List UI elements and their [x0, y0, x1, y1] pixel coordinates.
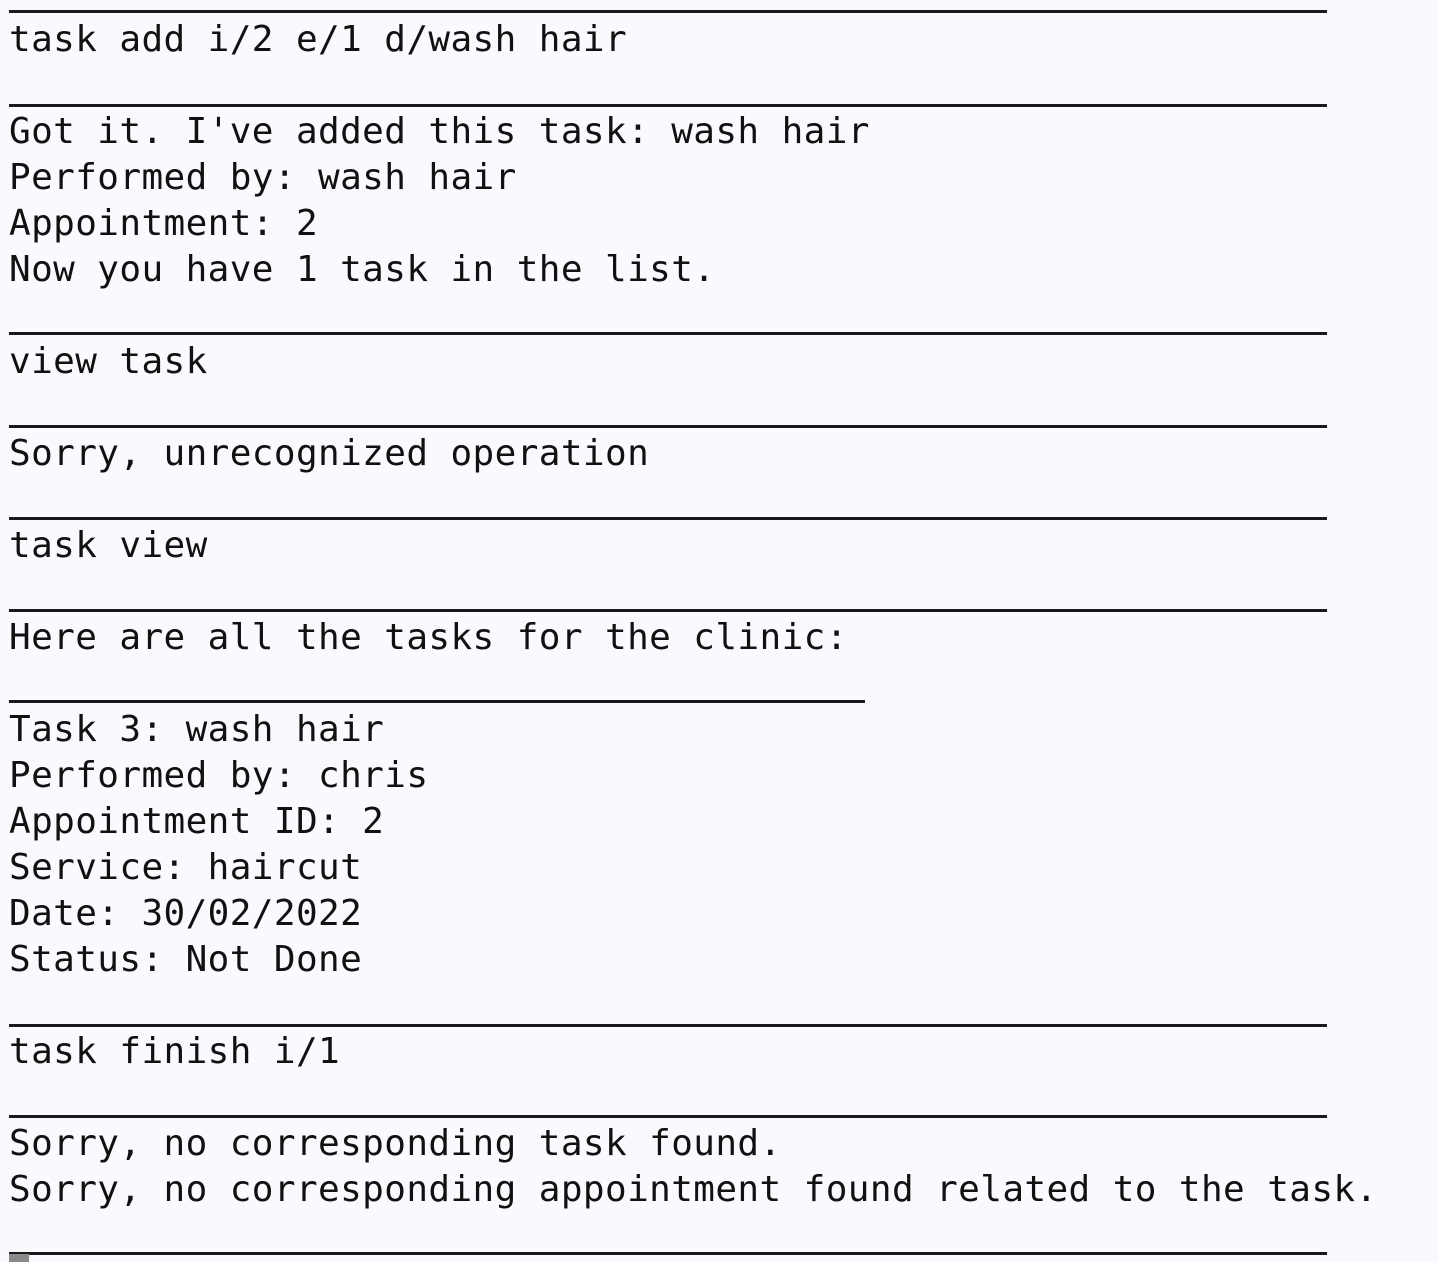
output-line: Service: haircut: [9, 847, 363, 888]
separator-line: [9, 425, 1327, 428]
separator-line: [9, 332, 1327, 335]
output-line: Appointment: 2: [9, 203, 319, 244]
command-line: task add i/2 e/1 d/wash hair: [9, 19, 628, 60]
separator-line: [9, 1252, 1327, 1255]
separator-line: [9, 517, 1327, 520]
output-line: Appointment ID: 2: [9, 801, 385, 842]
output-line: Sorry, no corresponding task found.: [9, 1123, 782, 1164]
separator-line: [9, 10, 1327, 13]
output-line: Here are all the tasks for the clinic:: [9, 617, 848, 658]
output-line: Now you have 1 task in the list.: [9, 249, 716, 290]
output-line: Sorry, no corresponding appointment foun…: [9, 1169, 1378, 1210]
separator-line: [9, 609, 1327, 612]
output-line: Sorry, unrecognized operation: [9, 433, 650, 474]
output-line: Performed by: chris: [9, 755, 429, 796]
command-line: view task: [9, 341, 208, 382]
output-line: Date: 30/02/2022: [9, 893, 363, 934]
separator-line-short: [9, 700, 865, 703]
separator-line: [9, 1024, 1327, 1027]
output-line: Performed by: wash hair: [9, 157, 517, 198]
command-line: task view: [9, 525, 208, 566]
output-line: Status: Not Done: [9, 939, 363, 980]
output-line: Got it. I've added this task: wash hair: [9, 111, 870, 152]
terminal-window[interactable]: task add i/2 e/1 d/wash hair Got it. I'v…: [0, 0, 1438, 1262]
separator-line: [9, 1115, 1327, 1118]
separator-line: [9, 104, 1327, 107]
text-cursor: [9, 1254, 29, 1262]
command-line: task finish i/1: [9, 1031, 341, 1072]
output-line: Task 3: wash hair: [9, 709, 385, 750]
